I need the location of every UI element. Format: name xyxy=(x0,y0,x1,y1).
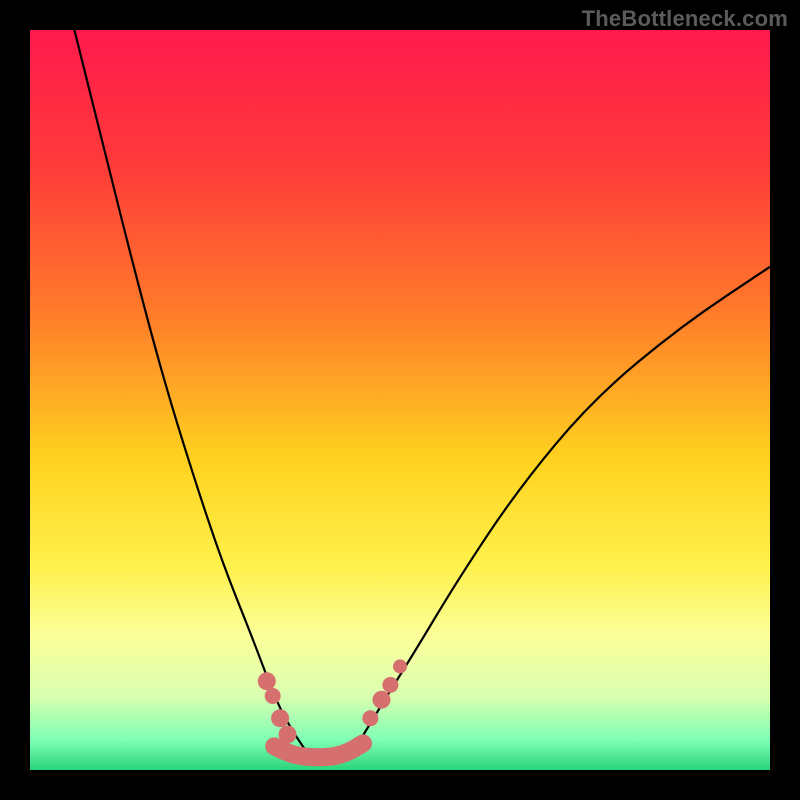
left-curve xyxy=(74,30,303,748)
markers-right xyxy=(362,659,407,726)
data-marker xyxy=(382,677,398,693)
data-marker xyxy=(258,672,276,690)
data-marker xyxy=(393,659,407,673)
chart-frame: TheBottleneck.com xyxy=(0,0,800,800)
watermark-text: TheBottleneck.com xyxy=(582,6,788,32)
optimum-trough xyxy=(274,743,363,757)
data-marker xyxy=(271,709,289,727)
data-marker xyxy=(362,710,378,726)
data-marker xyxy=(279,725,297,743)
curve-layer xyxy=(30,30,770,770)
data-marker xyxy=(265,688,281,704)
plot-area xyxy=(30,30,770,770)
right-curve xyxy=(356,267,770,748)
data-marker xyxy=(373,691,391,709)
markers-left xyxy=(258,672,297,743)
